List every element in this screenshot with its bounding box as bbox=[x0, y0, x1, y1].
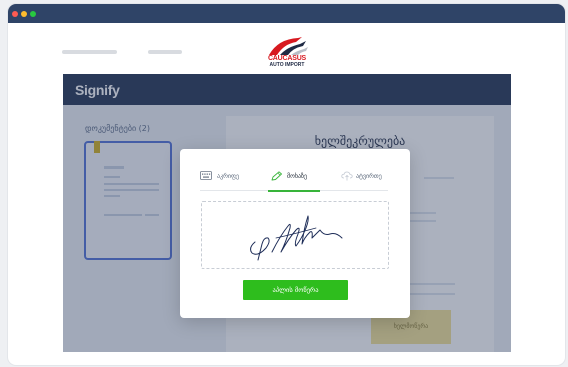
window-titlebar bbox=[8, 4, 565, 23]
keyboard-icon bbox=[200, 171, 212, 180]
submit-signature-button[interactable]: აპლის მოწერა bbox=[243, 280, 348, 300]
nav-link-1[interactable] bbox=[62, 50, 117, 54]
maximize-window-button[interactable] bbox=[30, 11, 36, 17]
nav-link-2[interactable] bbox=[148, 50, 182, 54]
tab-draw[interactable]: მოხაზე bbox=[268, 163, 320, 192]
signature-modal: აკრიფე მოხაზე ატვირთე აპლის მოწერა bbox=[180, 149, 410, 318]
tab-draw-label: მოხაზე bbox=[287, 173, 308, 180]
pen-icon bbox=[271, 171, 282, 181]
tab-upload-label: ატვირთე bbox=[356, 173, 382, 180]
signature-pad[interactable] bbox=[201, 201, 389, 269]
logo-line1: CAUCASUS bbox=[267, 55, 307, 62]
tab-type[interactable]: აკრიფე bbox=[200, 163, 260, 191]
caucasus-logo[interactable]: CAUCASUS AUTO IMPORT bbox=[260, 35, 314, 69]
tab-type-label: აკრიფე bbox=[217, 173, 239, 180]
browser-window: CAUCASUS AUTO IMPORT Signify დოკუმენტები… bbox=[8, 4, 565, 365]
signature-tabs: აკრიფე მოხაზე ატვირთე bbox=[200, 163, 388, 192]
tab-upload[interactable]: ატვირთე bbox=[338, 163, 388, 191]
upload-icon bbox=[341, 171, 353, 181]
close-window-button[interactable] bbox=[12, 11, 18, 17]
minimize-window-button[interactable] bbox=[21, 11, 27, 17]
logo-line2: AUTO IMPORT bbox=[269, 62, 305, 68]
logo-emblem-icon bbox=[269, 37, 308, 55]
drawn-signature bbox=[250, 215, 343, 261]
active-tab-indicator bbox=[268, 190, 320, 192]
